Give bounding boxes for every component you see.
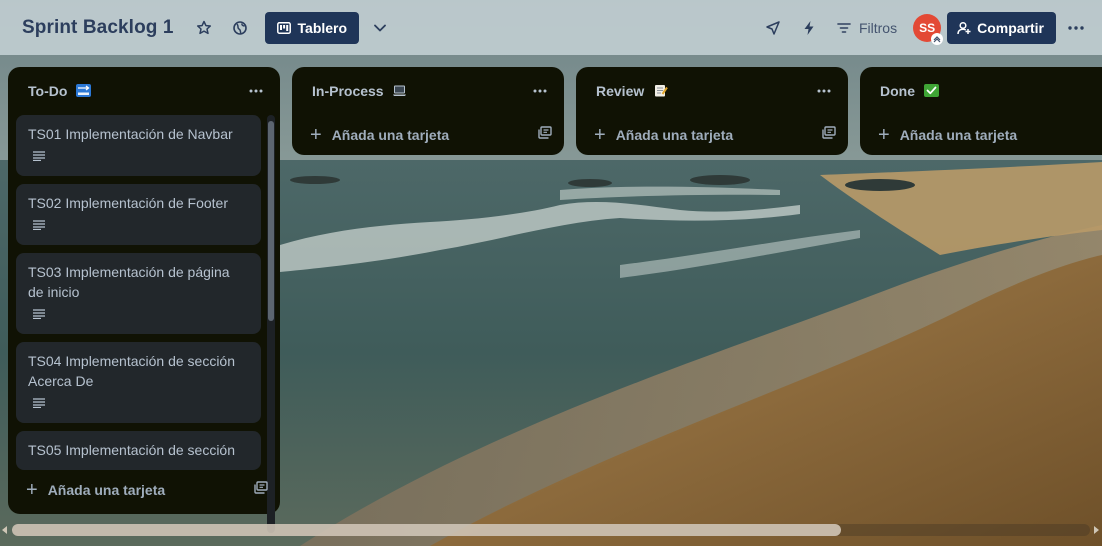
card-title: TS05 Implementación de sección [28, 442, 235, 458]
add-card-row: + Añada una tarjeta [8, 470, 280, 510]
add-card-button[interactable]: + Añada una tarjeta [310, 125, 449, 145]
card[interactable]: TS05 Implementación de sección [16, 431, 261, 470]
add-card-row: + Añada una tarjeta [576, 115, 848, 155]
star-icon[interactable] [188, 12, 220, 44]
filter-icon [837, 22, 851, 33]
add-card-row: + Añada una tarjeta [860, 115, 1102, 155]
scrollbar-thumb[interactable] [268, 121, 274, 321]
create-from-template-icon[interactable] [822, 126, 836, 144]
description-icon [33, 220, 45, 231]
plus-icon: + [594, 124, 606, 146]
avatar-initials: SS [919, 20, 936, 35]
plus-icon: + [878, 124, 890, 146]
description-icon [33, 398, 45, 409]
chevron-down-icon[interactable] [364, 12, 396, 44]
card-title: TS04 Implementación de sección Acerca De [28, 353, 235, 389]
board-header: Sprint Backlog 1 Tablero Filtros SS Comp… [0, 0, 1102, 55]
board-view-button[interactable]: Tablero [264, 11, 360, 44]
soon-arrow-icon [76, 84, 92, 97]
add-card-button[interactable]: + Añada una tarjeta [594, 125, 733, 145]
add-card-label: Añada una tarjeta [615, 127, 734, 143]
list-header: In-Process [292, 67, 564, 115]
check-mark-icon [923, 84, 939, 97]
list-menu-button[interactable] [528, 79, 552, 103]
more-icon[interactable] [1060, 12, 1092, 44]
more-icon [817, 89, 831, 93]
card-title: TS03 Implementación de página de inicio [28, 264, 230, 300]
rocket-icon[interactable] [757, 12, 789, 44]
description-icon [33, 309, 45, 320]
add-card-label: Añada una tarjeta [47, 482, 166, 498]
share-label: Compartir [977, 19, 1044, 36]
plus-icon: + [310, 124, 322, 146]
scrollbar-thumb[interactable] [12, 524, 841, 536]
card-title: TS02 Implementación de Footer [28, 195, 228, 211]
list-header: Done [860, 67, 1102, 115]
list-title[interactable]: To-Do [28, 83, 92, 99]
scroll-left-arrow-icon[interactable] [2, 526, 7, 534]
admin-badge-icon [931, 32, 944, 45]
list-review: Review + Añada una tarjeta [576, 67, 848, 155]
list-title[interactable]: Done [880, 83, 939, 99]
avatar[interactable]: SS [913, 13, 944, 45]
lightning-icon[interactable] [793, 12, 825, 44]
list-menu-button[interactable] [812, 79, 836, 103]
board-title[interactable]: Sprint Backlog 1 [22, 17, 174, 39]
list-to-do: To-Do TS01 Implementación de Navbar TS02… [8, 67, 280, 533]
list-title[interactable]: In-Process [312, 83, 407, 99]
create-from-template-icon[interactable] [538, 126, 552, 144]
laptop-icon [392, 84, 407, 97]
memo-icon [653, 84, 668, 97]
add-card-row: + Añada una tarjeta [292, 115, 564, 155]
add-card-label: Añada una tarjeta [331, 127, 450, 143]
list-in-process: In-Process + Añada una tarjeta [292, 67, 564, 155]
board-horizontal-scrollbar[interactable] [0, 521, 1102, 539]
filter-button[interactable]: Filtros [829, 20, 905, 36]
list-done: Done + Añada una tarjeta [860, 67, 1102, 155]
more-icon [249, 89, 263, 93]
add-card-label: Añada una tarjeta [899, 127, 1018, 143]
list-title[interactable]: Review [596, 83, 668, 99]
card[interactable]: TS02 Implementación de Footer [16, 184, 261, 245]
plus-icon: + [26, 479, 38, 501]
card[interactable]: TS03 Implementación de página de inicio [16, 253, 261, 334]
add-person-icon [957, 21, 971, 34]
add-card-button[interactable]: + Añada una tarjeta [878, 125, 1017, 145]
list-header: Review [576, 67, 848, 115]
filter-label: Filtros [858, 19, 898, 36]
create-from-template-icon[interactable] [254, 481, 268, 499]
list-header: To-Do [8, 67, 280, 115]
card-title: TS01 Implementación de Navbar [28, 126, 233, 142]
add-card-button[interactable]: + Añada una tarjeta [26, 480, 165, 500]
scroll-right-arrow-icon[interactable] [1094, 526, 1099, 534]
card[interactable]: TS01 Implementación de Navbar [16, 115, 261, 176]
globe-icon[interactable] [224, 12, 256, 44]
description-icon [33, 151, 45, 162]
more-icon [533, 89, 547, 93]
share-button[interactable]: Compartir [947, 11, 1056, 44]
board-icon [276, 21, 291, 34]
list-menu-button[interactable] [244, 79, 268, 103]
card[interactable]: TS04 Implementación de sección Acerca De [16, 342, 261, 423]
board-view-label: Tablero [297, 19, 348, 36]
